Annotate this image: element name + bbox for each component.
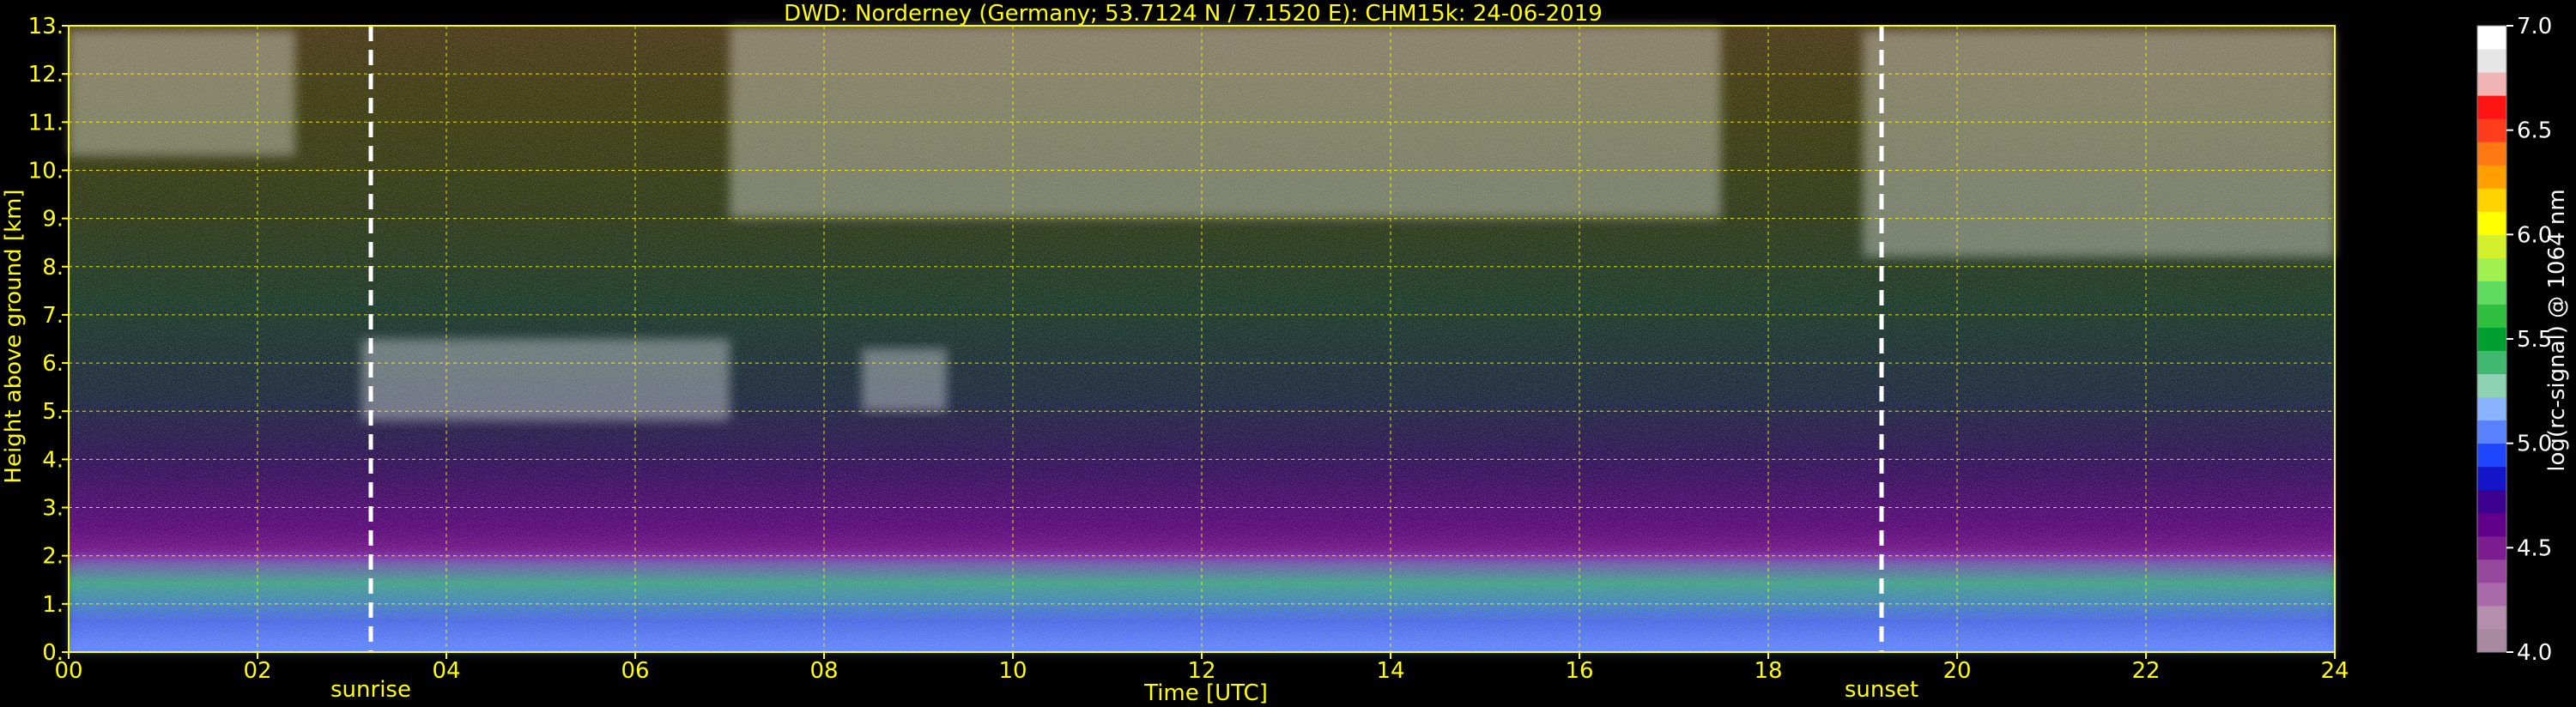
y-tick-label: 12. <box>28 62 64 88</box>
colorbar-tick-label: 4.0 <box>2517 640 2552 666</box>
colorbar-segment <box>2477 535 2506 560</box>
x-tick-label: 04 <box>432 658 460 684</box>
colorbar-segment <box>2477 420 2506 444</box>
colorbar-segment <box>2477 605 2506 630</box>
colorbar-segment <box>2477 582 2506 607</box>
y-tick-label: 6. <box>42 351 64 377</box>
colorbar-segment <box>2477 350 2506 375</box>
x-tick-label: 24 <box>2320 658 2349 684</box>
y-tick-label: 3. <box>42 496 64 522</box>
colorbar-segment <box>2477 165 2506 189</box>
x-tick-label: 06 <box>621 658 649 684</box>
colorbar-segment <box>2477 142 2506 166</box>
colorbar-segment <box>2477 466 2506 491</box>
colorbar-segment <box>2477 559 2506 583</box>
signal-noise <box>69 26 2335 652</box>
x-tick-label: 18 <box>1754 658 1782 684</box>
y-tick-label: 0. <box>42 640 64 666</box>
colorbar-segment <box>2477 304 2506 328</box>
colorbar-segment <box>2477 95 2506 119</box>
colorbar: 4.04.55.05.56.06.57.0 <box>2476 14 2552 666</box>
chart-title: DWD: Norderney (Germany; 53.7124 N / 7.1… <box>784 1 1603 27</box>
colorbar-tick-label: 4.5 <box>2517 535 2552 561</box>
colorbar-segment <box>2477 512 2506 537</box>
colorbar-segment <box>2477 188 2506 212</box>
colorbar-segment <box>2477 281 2506 305</box>
colorbar-segment <box>2477 489 2506 514</box>
colorbar-segment <box>2477 118 2506 142</box>
colorbar-segment <box>2477 628 2506 653</box>
x-tick-label: 02 <box>243 658 271 684</box>
y-tick-label: 9. <box>42 207 64 233</box>
plot-area <box>68 25 2336 653</box>
x-tick-label: 16 <box>1565 658 1593 684</box>
colorbar-segment <box>2477 26 2506 50</box>
sunset-label: sunset <box>1845 677 1918 703</box>
colorbar-label: log(rc-signal) @ 1064 nm <box>2544 189 2570 471</box>
y-tick-label: 1. <box>42 592 64 618</box>
y-tick-label: 13. <box>28 14 64 39</box>
y-tick-label: 8. <box>42 255 64 281</box>
y-axis-ticks: 0. 1. 2. 3. 4. 5. 6. 7. 8. 9. 10. 11. 12. 13. <box>28 14 69 666</box>
y-tick-label: 11. <box>28 110 64 136</box>
x-axis-label: Time [UTC] <box>1143 680 1268 706</box>
colorbar-segment <box>2477 443 2506 468</box>
y-axis-label: Height above ground [km] <box>1 189 27 483</box>
colorbar-segment <box>2477 211 2506 235</box>
x-tick-label: 20 <box>1943 658 1971 684</box>
y-tick-label: 2. <box>42 544 64 570</box>
colorbar-segment <box>2477 373 2506 398</box>
x-tick-label: 14 <box>1376 658 1404 684</box>
lidar-chart: DWD: Norderney (Germany; 53.7124 N / 7.1… <box>1 1 2570 706</box>
colorbar-segment <box>2477 49 2506 73</box>
colorbar-tick-label: 7.0 <box>2517 14 2552 39</box>
x-tick-label: 22 <box>2131 658 2160 684</box>
colorbar-segment <box>2477 327 2506 352</box>
y-tick-label: 10. <box>28 158 64 184</box>
colorbar-segment <box>2477 234 2506 258</box>
y-tick-label: 7. <box>42 303 64 329</box>
sunrise-label: sunrise <box>330 677 411 703</box>
x-tick-label: 08 <box>809 658 838 684</box>
colorbar-segment <box>2477 257 2506 281</box>
colorbar-tick-label: 6.5 <box>2517 118 2552 144</box>
colorbar-segment <box>2477 396 2506 421</box>
y-tick-label: 5. <box>42 399 64 425</box>
colorbar-segment <box>2477 72 2506 96</box>
y-tick-label: 4. <box>42 447 64 473</box>
x-tick-label: 10 <box>998 658 1027 684</box>
